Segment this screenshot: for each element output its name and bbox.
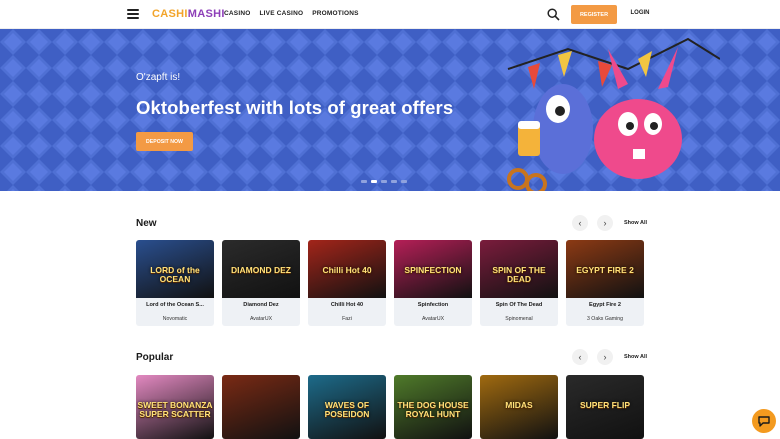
- new-show-all-link[interactable]: Show All: [624, 220, 647, 226]
- search-icon[interactable]: [547, 8, 560, 21]
- chevron-right-icon: ›: [603, 218, 607, 228]
- new-next-button[interactable]: ›: [597, 215, 613, 231]
- game-thumbnail[interactable]: LORD of the OCEAN: [136, 240, 214, 298]
- game-card[interactable]: WAVES OF POSEIDON: [308, 375, 386, 439]
- login-button[interactable]: LOGIN: [627, 10, 653, 16]
- carousel-dots: [361, 180, 407, 183]
- main-nav: CASINO LIVE CASINO PROMOTIONS: [224, 10, 359, 17]
- site-logo[interactable]: CASHIMASHI: [152, 8, 225, 20]
- game-provider: 3 Oaks Gaming: [586, 316, 624, 322]
- game-name: Egypt Fire 2: [588, 302, 622, 308]
- game-provider: Novomatic: [162, 316, 188, 322]
- game-thumbnail[interactable]: DIAMOND DEZ: [222, 240, 300, 298]
- game-thumbnail-title: WAVES OF POSEIDON: [324, 400, 370, 419]
- popular-section-title: Popular: [136, 352, 174, 363]
- game-thumbnail-title: DIAMOND DEZ: [231, 265, 291, 275]
- game-card[interactable]: SUPER FLIP: [566, 375, 644, 439]
- game-name: Spinfection: [417, 302, 449, 308]
- game-card[interactable]: SWEET BONANZA SUPER SCATTER: [136, 375, 214, 439]
- carousel-dot[interactable]: [401, 180, 407, 183]
- popular-prev-button[interactable]: ‹: [572, 349, 588, 365]
- carousel-dot[interactable]: [391, 180, 397, 183]
- game-thumbnail-title: EGYPT FIRE 2: [576, 265, 634, 275]
- new-prev-button[interactable]: ‹: [572, 215, 588, 231]
- hero-title: Oktoberfest with lots of great offers: [136, 97, 454, 118]
- game-thumbnail-title: MIDAS: [505, 400, 533, 410]
- game-name: Chilli Hot 40: [330, 302, 364, 308]
- deposit-now-button[interactable]: DEPOSIT NOW: [136, 132, 193, 151]
- game-card[interactable]: DIAMOND DEZ Diamond Dez AvatarUX: [222, 240, 300, 326]
- register-button[interactable]: REGISTER: [571, 5, 617, 24]
- game-thumbnail[interactable]: EGYPT FIRE 2: [566, 240, 644, 298]
- nav-live-casino[interactable]: LIVE CASINO: [259, 10, 303, 17]
- carousel-dot-active[interactable]: [371, 180, 377, 183]
- game-card[interactable]: SPIN OF THE DEAD Spin Of The Dead Spinomen…: [480, 240, 558, 326]
- game-thumbnail-title: SPINFECTION: [404, 265, 462, 275]
- game-thumbnail-title: Chilli Hot 40: [322, 265, 372, 275]
- chevron-left-icon: ‹: [578, 352, 582, 362]
- nav-casino[interactable]: CASINO: [224, 10, 250, 17]
- chevron-left-icon: ‹: [578, 218, 582, 228]
- game-card[interactable]: LORD of the OCEAN Lord of the Ocean S... N…: [136, 240, 214, 326]
- game-provider: AvatarUX: [421, 316, 445, 322]
- game-card[interactable]: EGYPT FIRE 2 Egypt Fire 2 3 Oaks Gaming: [566, 240, 644, 326]
- game-card[interactable]: MIDAS: [480, 375, 558, 439]
- game-provider: AvatarUX: [249, 316, 273, 322]
- game-card[interactable]: Chilli Hot 40 Chilli Hot 40 Fazi: [308, 240, 386, 326]
- game-thumbnail-title: SUPER FLIP: [579, 400, 631, 410]
- chat-icon: [758, 416, 770, 427]
- top-bar: CASHIMASHI CASINO LIVE CASINO PROMOTIONS…: [0, 0, 780, 29]
- popular-next-button[interactable]: ›: [597, 349, 613, 365]
- game-card[interactable]: [222, 375, 300, 439]
- game-thumbnail-title: THE DOG HOUSE ROYAL HUNT: [397, 400, 469, 419]
- game-thumbnail-title: LORD of the OCEAN: [150, 265, 200, 284]
- new-section-title: New: [136, 218, 157, 229]
- carousel-dot[interactable]: [361, 180, 367, 183]
- logo-part-2: MASHI: [187, 8, 225, 20]
- game-thumbnail-title: SPIN OF THE DEAD: [492, 265, 546, 284]
- chevron-right-icon: ›: [603, 352, 607, 362]
- game-thumbnail[interactable]: SPIN OF THE DEAD: [480, 240, 558, 298]
- popular-show-all-link[interactable]: Show All: [624, 354, 647, 360]
- game-name: Diamond Dez: [243, 302, 279, 308]
- game-thumbnail-title: SWEET BONANZA SUPER SCATTER: [137, 400, 213, 419]
- game-thumbnail[interactable]: Chilli Hot 40: [308, 240, 386, 298]
- mascot-illustration: [507, 37, 720, 191]
- game-provider: Fazi: [342, 316, 352, 322]
- hero-banner: O'zapft is! Oktoberfest with lots of gre…: [0, 29, 780, 191]
- nav-promotions[interactable]: PROMOTIONS: [312, 10, 358, 17]
- logo-part-1: CASHI: [152, 8, 188, 20]
- carousel-dot[interactable]: [381, 180, 387, 183]
- game-name: Lord of the Ocean S...: [146, 302, 204, 308]
- chat-button[interactable]: [752, 409, 776, 433]
- hero-subtitle: O'zapft is!: [136, 72, 181, 83]
- game-thumbnail[interactable]: SPINFECTION: [394, 240, 472, 298]
- game-name: Spin Of The Dead: [495, 302, 543, 308]
- game-card[interactable]: SPINFECTION Spinfection AvatarUX: [394, 240, 472, 326]
- menu-icon[interactable]: [127, 9, 139, 19]
- game-provider: Spinomenal: [505, 316, 533, 322]
- game-card[interactable]: THE DOG HOUSE ROYAL HUNT: [394, 375, 472, 439]
